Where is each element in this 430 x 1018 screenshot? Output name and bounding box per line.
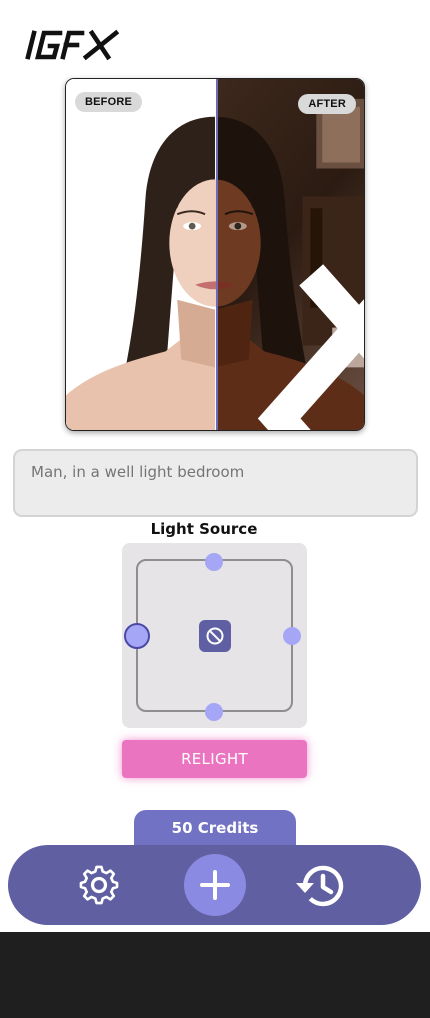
light-position-right[interactable] bbox=[283, 627, 301, 645]
no-light-icon bbox=[206, 627, 224, 645]
relight-button[interactable]: RELIGHT bbox=[122, 740, 307, 778]
credits-badge: 50 Credits bbox=[134, 810, 296, 850]
before-label: BEFORE bbox=[75, 92, 143, 112]
light-position-top[interactable] bbox=[205, 553, 223, 571]
settings-icon bbox=[79, 865, 119, 905]
light-position-bottom[interactable] bbox=[205, 703, 223, 721]
prompt-input[interactable] bbox=[13, 449, 418, 517]
plus-icon bbox=[200, 870, 230, 900]
light-source-title: Light Source bbox=[150, 520, 258, 538]
app-logo bbox=[24, 26, 124, 64]
system-bottom-bar bbox=[0, 932, 430, 1018]
before-after-compare[interactable]: BEFORE AFTER bbox=[65, 78, 365, 431]
after-label: AFTER bbox=[298, 94, 356, 114]
igfx-logo-mark bbox=[25, 29, 120, 61]
chevron-right-icon[interactable] bbox=[226, 243, 365, 431]
history-button[interactable] bbox=[292, 859, 348, 913]
settings-button[interactable] bbox=[76, 862, 122, 908]
light-position-left-selected[interactable] bbox=[124, 623, 150, 649]
add-button[interactable] bbox=[184, 854, 246, 916]
history-icon bbox=[296, 865, 344, 907]
light-position-none[interactable] bbox=[199, 620, 231, 652]
